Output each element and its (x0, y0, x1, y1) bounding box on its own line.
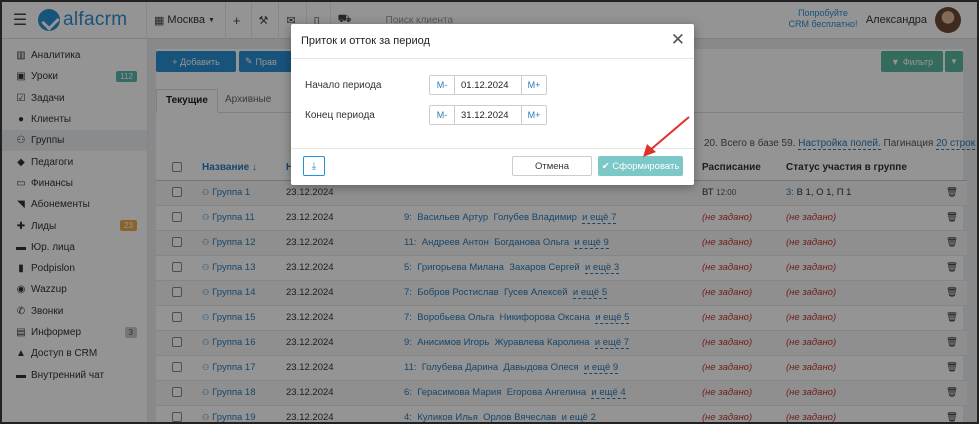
end-period-label: Конец периода (305, 109, 375, 121)
start-month-plus-button[interactable]: М+ (521, 75, 547, 95)
modal-header: Приток и отток за период ✕ (291, 24, 694, 59)
app-window: ☰ alfacrm ▦ Москва ▼ + ⚒ ✉ ▯ ⛟ Поиск кли… (0, 0, 979, 424)
download-button[interactable]: ⤓ (303, 156, 325, 176)
generate-button[interactable]: ✔ Сформировать (598, 156, 683, 176)
end-month-plus-button[interactable]: М+ (521, 105, 547, 125)
period-modal: Приток и отток за период ✕ Начало период… (291, 24, 694, 185)
cancel-button[interactable]: Отмена (512, 156, 592, 176)
modal-title: Приток и отток за период (301, 35, 430, 47)
end-date-input[interactable]: 31.12.2024 (455, 105, 521, 125)
modal-footer: ⤓ Отмена ✔ Сформировать (291, 148, 694, 185)
end-period-row: Конец периода М- 31.12.2024 М+ (305, 105, 547, 125)
start-period-row: Начало периода М- 01.12.2024 М+ (305, 75, 547, 95)
start-month-minus-button[interactable]: М- (429, 75, 455, 95)
close-icon[interactable]: ✕ (671, 31, 685, 49)
end-month-minus-button[interactable]: М- (429, 105, 455, 125)
download-icon: ⤓ (311, 160, 317, 172)
start-period-label: Начало периода (305, 79, 382, 91)
start-date-input[interactable]: 01.12.2024 (455, 75, 521, 95)
